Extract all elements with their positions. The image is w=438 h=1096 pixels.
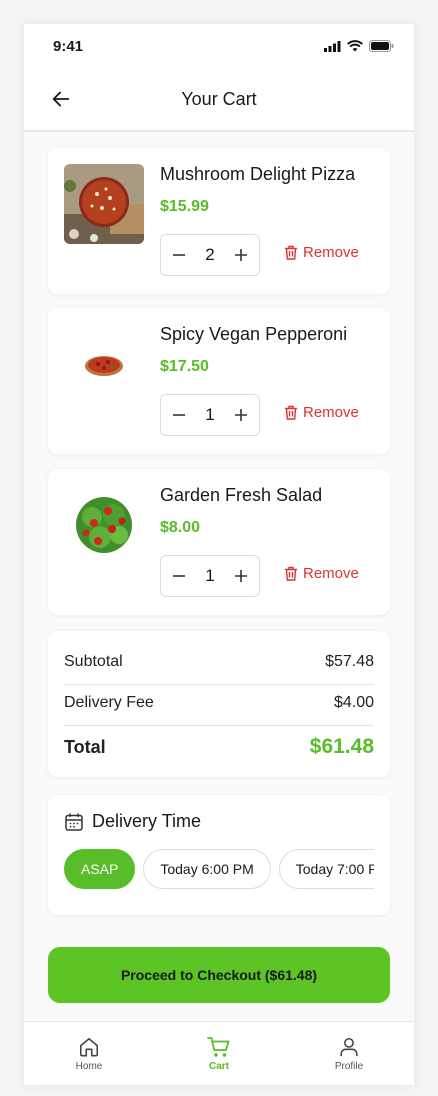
item-name: Spicy Vegan Pepperoni	[160, 324, 348, 344]
bottom-tab-bar: Home Cart Profile	[24, 1021, 414, 1085]
delivery-fee-value: $4.00	[333, 694, 374, 711]
decrease-quantity-button[interactable]	[169, 566, 189, 586]
subtotal-row: Subtotal $57.48	[64, 653, 374, 671]
quantity-value: 1	[205, 405, 215, 424]
small-pizza-photo	[64, 324, 144, 404]
plus-icon	[234, 249, 247, 261]
time-option-asap[interactable]: ASAP	[64, 849, 136, 889]
delivery-time-card: Delivery Time ASAP Today 6:00 PM Today 7…	[48, 795, 390, 915]
item-price: $15.99	[160, 198, 209, 215]
remove-item-button[interactable]: Remove	[284, 565, 359, 582]
delivery-fee-label: Delivery Fee	[64, 694, 154, 711]
calendar-icon	[65, 813, 83, 831]
cart-content: Mushroom Delight Pizza $15.99 2 Remove S…	[24, 132, 414, 1021]
page-title: Your Cart	[181, 88, 257, 109]
signal-icon	[324, 40, 341, 52]
trash-icon	[285, 566, 297, 581]
battery-icon	[369, 40, 394, 52]
back-arrow-icon[interactable]	[50, 88, 72, 110]
time-option-6pm[interactable]: Today 6:00 PM	[143, 849, 271, 889]
tab-home[interactable]: Home	[49, 1036, 129, 1072]
trash-icon	[285, 245, 297, 260]
time-option-7pm[interactable]: Today 7:00 PM	[278, 849, 374, 889]
profile-icon	[340, 1037, 358, 1056]
total-label: Total	[64, 736, 106, 757]
cart-item: Spicy Vegan Pepperoni $17.50 1 Remove	[48, 308, 390, 454]
delivery-time-header: Delivery Time	[64, 811, 201, 832]
home-icon	[79, 1037, 99, 1056]
salad-photo	[64, 485, 144, 565]
remove-item-button[interactable]: Remove	[284, 244, 359, 261]
tab-home-label: Home	[75, 1060, 103, 1072]
remove-item-button[interactable]: Remove	[284, 404, 359, 421]
status-bar: 9:41	[24, 24, 414, 68]
quantity-stepper: 1	[160, 555, 260, 597]
status-icons	[324, 40, 394, 52]
delivery-time-title: Delivery Time	[92, 811, 202, 831]
remove-label: Remove	[303, 565, 359, 582]
quantity-value: 2	[205, 245, 215, 264]
remove-label: Remove	[303, 404, 359, 421]
tab-cart[interactable]: Cart	[179, 1036, 259, 1072]
cart-item: Mushroom Delight Pizza $15.99 2 Remove	[48, 148, 390, 294]
minus-icon	[173, 575, 186, 577]
app-header: Your Cart	[24, 68, 414, 132]
quantity-value: 1	[205, 566, 215, 585]
status-time: 9:41	[53, 37, 84, 55]
delivery-fee-row: Delivery Fee $4.00	[64, 694, 374, 712]
total-value: $61.48	[309, 735, 374, 758]
divider	[64, 684, 374, 685]
decrease-quantity-button[interactable]	[169, 245, 189, 265]
subtotal-label: Subtotal	[64, 653, 123, 670]
minus-icon	[173, 254, 186, 256]
tab-profile[interactable]: Profile	[309, 1036, 389, 1072]
wifi-icon	[347, 40, 363, 52]
increase-quantity-button[interactable]	[231, 245, 251, 265]
increase-quantity-button[interactable]	[231, 566, 251, 586]
remove-label: Remove	[303, 244, 359, 261]
item-price: $8.00	[160, 519, 201, 536]
delivery-time-options: ASAP Today 6:00 PM Today 7:00 PM	[64, 849, 374, 889]
item-name: Mushroom Delight Pizza	[160, 164, 356, 184]
increase-quantity-button[interactable]	[231, 405, 251, 425]
order-summary: Subtotal $57.48 Delivery Fee $4.00 Total…	[48, 631, 390, 777]
plus-icon	[234, 570, 247, 582]
quantity-stepper: 2	[160, 234, 260, 276]
checkout-button[interactable]: Proceed to Checkout ($61.48)	[48, 947, 390, 1003]
total-row: Total $61.48	[64, 735, 374, 759]
cart-icon	[207, 1036, 230, 1057]
phone-screen: 9:41 Your Cart Mushroom Delight Pizza $1…	[24, 24, 414, 1085]
tab-profile-label: Profile	[334, 1060, 364, 1072]
subtotal-value: $57.48	[325, 653, 374, 670]
minus-icon	[173, 414, 186, 416]
pizza-photo	[64, 164, 144, 244]
decrease-quantity-button[interactable]	[169, 405, 189, 425]
tab-cart-label: Cart	[208, 1060, 229, 1072]
plus-icon	[234, 409, 247, 421]
trash-icon	[285, 405, 297, 420]
divider	[64, 725, 374, 726]
cart-item: Garden Fresh Salad $8.00 1 Remove	[48, 469, 390, 615]
item-price: $17.50	[160, 358, 209, 375]
quantity-stepper: 1	[160, 394, 260, 436]
item-name: Garden Fresh Salad	[160, 485, 323, 505]
